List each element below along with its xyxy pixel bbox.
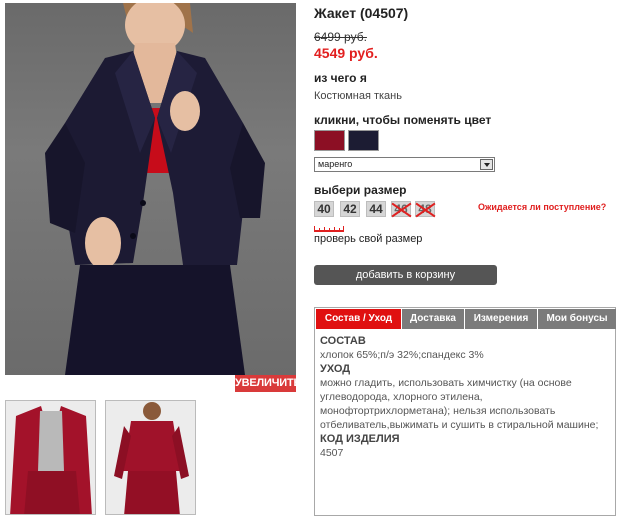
- thumbnail-back[interactable]: [105, 400, 196, 515]
- composition-heading: СОСТАВ: [320, 335, 366, 347]
- color-swatch-navy[interactable]: [348, 130, 379, 151]
- code-heading: КОД ИЗДЕЛИЯ: [320, 433, 400, 445]
- size-option-44[interactable]: 44: [366, 201, 386, 217]
- chevron-down-icon[interactable]: [480, 159, 493, 170]
- tab-delivery[interactable]: Доставка: [402, 309, 465, 329]
- main-product-image[interactable]: [5, 3, 296, 375]
- tab-content: СОСТАВ хлопок 65%;п/э 32%;спандекс 3% УХ…: [320, 334, 610, 460]
- old-price: 6499 руб.: [314, 30, 367, 44]
- material-value: Костюмная ткань: [314, 90, 402, 102]
- red-jacket-front-image: [6, 401, 95, 514]
- size-option-42[interactable]: 42: [340, 201, 360, 217]
- tab-measurements[interactable]: Измерения: [465, 309, 538, 329]
- size-option-46-unavailable[interactable]: 46: [391, 201, 411, 217]
- model-jacket-illustration: [45, 3, 265, 375]
- info-tabs: Состав / Уход Доставка Измерения Мои бон…: [316, 309, 616, 329]
- color-swatch-burgundy[interactable]: [314, 130, 345, 151]
- code-value: 4507: [320, 447, 344, 459]
- product-title: Жакет (04507): [314, 5, 409, 21]
- material-heading: из чего я: [314, 71, 367, 85]
- add-to-cart-button[interactable]: добавить в корзину: [314, 265, 497, 285]
- tab-my-bonuses[interactable]: Мои бонусы: [538, 309, 616, 329]
- ruler-icon: [314, 226, 344, 232]
- size-heading: выбери размер: [314, 183, 407, 197]
- composition-text: хлопок 65%;п/э 32%;спандекс 3%: [320, 349, 484, 361]
- red-jacket-back-image: [106, 401, 195, 514]
- color-heading: кликни, чтобы поменять цвет: [314, 113, 492, 127]
- zoom-button[interactable]: УВЕЛИЧИТЬ: [235, 375, 301, 392]
- color-select-value: маренго: [318, 159, 353, 169]
- info-panel: Состав / Уход Доставка Измерения Мои бон…: [314, 307, 616, 516]
- check-size-link[interactable]: проверь свой размер: [314, 233, 422, 245]
- care-text: можно гладить, использовать химчистку (н…: [320, 377, 599, 431]
- care-heading: УХОД: [320, 363, 351, 375]
- size-option-40[interactable]: 40: [314, 201, 334, 217]
- tab-composition-care[interactable]: Состав / Уход: [316, 309, 402, 329]
- color-select[interactable]: маренго: [314, 157, 495, 172]
- thumbnail-front[interactable]: [5, 400, 96, 515]
- new-price: 4549 руб.: [314, 45, 378, 61]
- availability-link[interactable]: Ожидается ли поступление?: [478, 202, 606, 212]
- size-option-48-unavailable[interactable]: 48: [415, 201, 435, 217]
